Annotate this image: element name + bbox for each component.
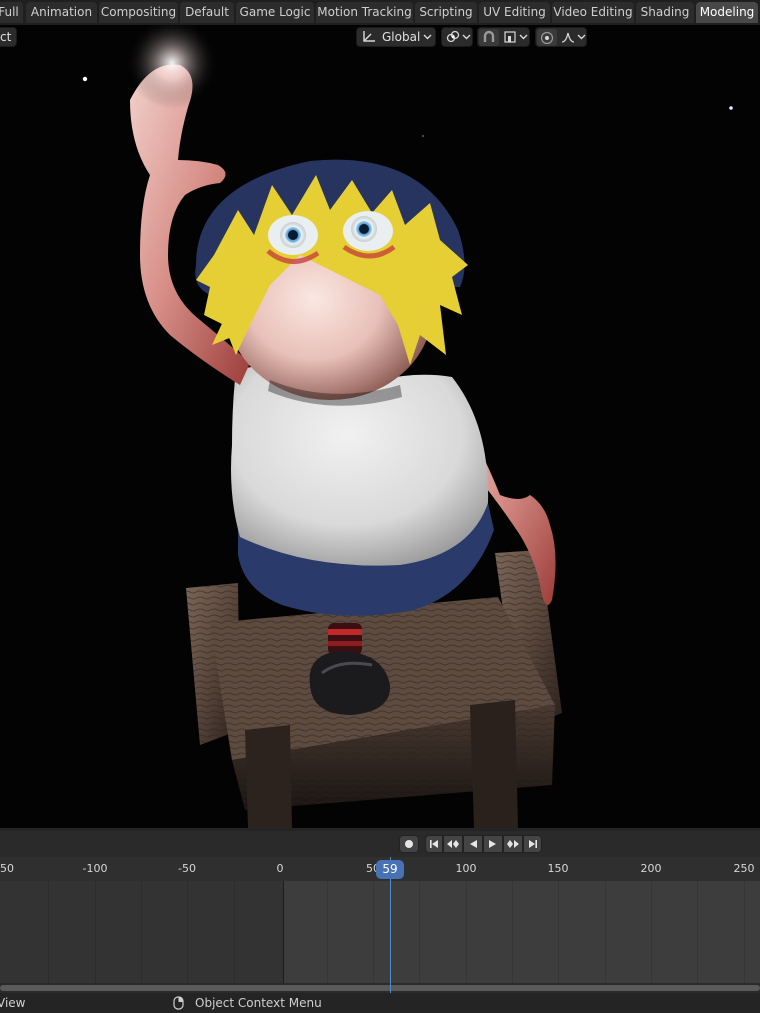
ruler-label: 50: [0, 862, 14, 875]
chevron-down-icon: [462, 34, 471, 40]
snap-increment-icon: [504, 31, 516, 43]
chevron-down-icon: [519, 34, 528, 40]
grid-line: [558, 881, 559, 983]
tab-compositing[interactable]: Compositing: [99, 2, 178, 23]
jump-to-next-keyframe-button[interactable]: [503, 835, 523, 853]
tab-default[interactable]: Default: [180, 2, 234, 23]
ruler-label: -50: [178, 862, 196, 875]
keyframe-track-area[interactable]: [0, 881, 760, 983]
rendered-scene[interactable]: [0, 25, 760, 828]
ruler-label: 200: [640, 862, 662, 875]
snap-toggle[interactable]: [479, 29, 499, 46]
grid-line: [419, 881, 420, 983]
next-keyframe-icon: [507, 840, 519, 848]
pivot-point-icon: [446, 30, 460, 43]
mouse-right-click-icon: [173, 996, 184, 1010]
star-light: [729, 106, 733, 110]
timeline-header: [0, 831, 760, 857]
tab-video-editing[interactable]: Video Editing: [552, 2, 634, 23]
play-reverse-button[interactable]: [463, 835, 483, 853]
status-bar: View Object Context Menu: [0, 993, 760, 1013]
tab-full[interactable]: Full: [0, 2, 23, 23]
3d-viewport[interactable]: [0, 25, 760, 828]
jump-to-end-button[interactable]: [523, 835, 542, 853]
tab-game-logic[interactable]: Game Logic: [236, 2, 314, 23]
grid-line: [187, 881, 188, 983]
falloff-curve-icon: [561, 32, 575, 43]
proportional-editing-controls: [535, 27, 587, 47]
snap-controls: [477, 27, 530, 47]
falloff-dropdown[interactable]: [559, 29, 587, 46]
grid-line: [327, 881, 328, 983]
ruler-label: 100: [455, 862, 477, 875]
current-frame-indicator[interactable]: 59: [376, 860, 404, 879]
grid-line: [651, 881, 652, 983]
chevron-down-icon: [577, 34, 586, 40]
status-context-menu-hint: Object Context Menu: [195, 996, 322, 1010]
tab-uv-editing[interactable]: UV Editing: [479, 2, 550, 23]
orientation-axes-icon: [363, 31, 375, 42]
grid-line: [48, 881, 49, 983]
orientation-label: Global: [382, 30, 421, 44]
star-light: [422, 135, 424, 137]
timeline-editor: 50 -100 -50 0 50 100 150 200 250 59: [0, 828, 760, 996]
grid-line: [605, 881, 606, 983]
snap-target-dropdown[interactable]: [501, 29, 529, 46]
chevron-down-icon: [423, 34, 432, 40]
play-icon: [489, 840, 496, 848]
ruler-label: -100: [82, 862, 108, 875]
ruler-label: 0: [276, 862, 284, 875]
ruler-label: 150: [547, 862, 569, 875]
jump-start-icon: [430, 840, 438, 848]
grid-line: [141, 881, 142, 983]
mode-button[interactable]: ct: [0, 27, 17, 47]
grid-line: [744, 881, 745, 983]
viewport-header: ct Global: [0, 25, 760, 49]
record-icon: [405, 840, 413, 848]
jump-to-prev-keyframe-button[interactable]: [443, 835, 463, 853]
scrollbar-thumb[interactable]: [0, 985, 760, 991]
tab-motion-tracking[interactable]: Motion Tracking: [316, 2, 413, 23]
tab-animation[interactable]: Animation: [26, 2, 97, 23]
workspace-tab-bar: Full Animation Compositing Default Game …: [0, 0, 760, 25]
grid-line: [697, 881, 698, 983]
play-button[interactable]: [483, 835, 503, 853]
proportional-editing-icon: [540, 31, 554, 45]
grid-line: [95, 881, 96, 983]
star-light: [82, 76, 88, 82]
grid-line: [234, 881, 235, 983]
tab-scripting[interactable]: Scripting: [415, 2, 477, 23]
tab-modeling[interactable]: Modeling: [696, 2, 758, 23]
grid-line: [373, 881, 374, 983]
mode-label: ct: [0, 30, 12, 44]
record-button[interactable]: [399, 835, 419, 853]
prev-keyframe-icon: [447, 840, 459, 848]
proportional-editing-toggle[interactable]: [537, 29, 557, 46]
jump-to-start-button[interactable]: [425, 835, 443, 853]
play-reverse-icon: [470, 840, 477, 848]
grid-line: [466, 881, 467, 983]
jump-end-icon: [528, 840, 537, 848]
pivot-point-dropdown[interactable]: [441, 27, 473, 47]
transform-orientation-dropdown[interactable]: Global: [356, 27, 436, 47]
tab-shading[interactable]: Shading: [636, 2, 694, 23]
status-view-hint: View: [0, 996, 26, 1010]
pre-start-range: [0, 881, 284, 983]
ruler-label: 250: [733, 862, 755, 875]
grid-line: [512, 881, 513, 983]
magnet-icon: [483, 30, 495, 42]
start-frame-line: [283, 881, 284, 983]
timeline-scrollbar[interactable]: [0, 983, 760, 993]
